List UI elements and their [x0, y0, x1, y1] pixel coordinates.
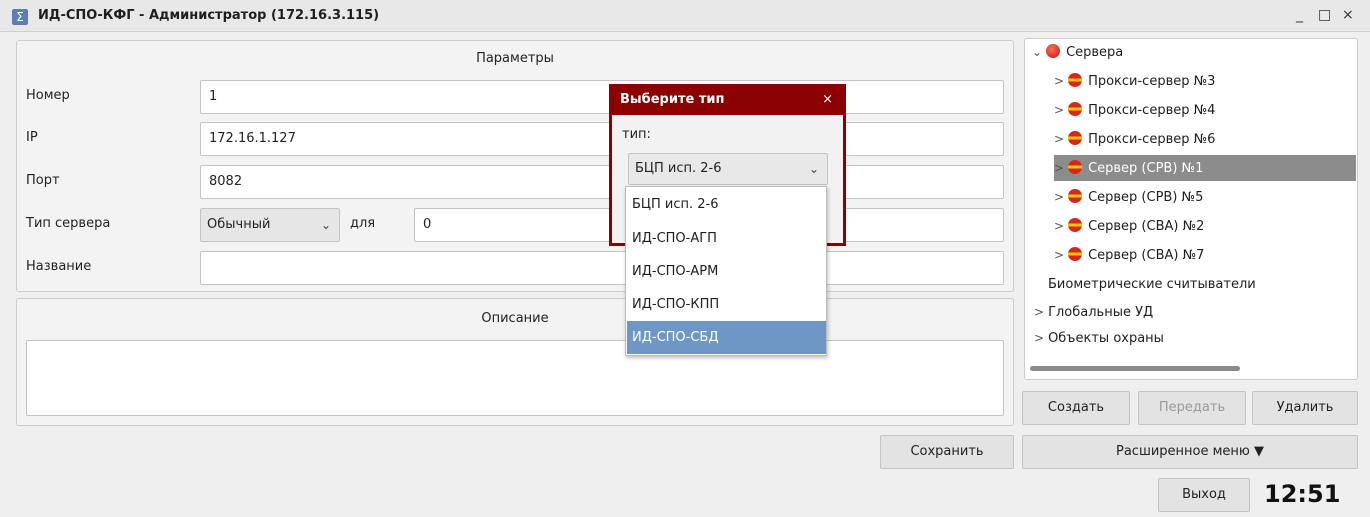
type-option[interactable]: ИД-СПО-АГП	[627, 222, 826, 255]
tree-item-server[interactable]: > Прокси-сервер №6	[1054, 126, 1215, 152]
window-title: ИД-СПО-КФГ - Администратор (172.16.3.115…	[38, 8, 380, 23]
ip-field[interactable]: 172.16.1.127	[200, 122, 1004, 156]
type-select-value: БЦП исп. 2-6	[635, 161, 722, 176]
type-options-list: БЦП исп. 2-6 ИД-СПО-АГП ИД-СПО-АРМ ИД-СП…	[625, 186, 827, 356]
server-type-value: Обычный	[207, 217, 271, 232]
chevron-down-icon: ⌄	[1032, 45, 1043, 59]
type-option[interactable]: ИД-СПО-АРМ	[627, 255, 826, 288]
chevron-right-icon: >	[1034, 305, 1045, 319]
chevron-down-icon: ⌄	[808, 162, 819, 176]
name-label: Название	[26, 259, 92, 274]
name-field[interactable]	[200, 251, 1004, 285]
server-status-icon	[1068, 247, 1083, 261]
dialog-title: Выберите тип	[620, 92, 725, 107]
tree-item-server-selected[interactable]: > Сервер (СРВ) №1	[1054, 155, 1356, 181]
save-button[interactable]: Сохранить	[880, 435, 1014, 469]
server-status-icon	[1068, 73, 1083, 87]
clock: 12:51	[1264, 480, 1341, 508]
tree-item-global-ud[interactable]: > Глобальные УД	[1034, 299, 1153, 325]
tree-item-server[interactable]: > Сервер (СВА) №7	[1054, 242, 1204, 268]
number-label: Номер	[26, 88, 70, 103]
transfer-button[interactable]: Передать	[1138, 391, 1246, 425]
create-button[interactable]: Создать	[1022, 391, 1130, 425]
title-bar: Σ ИД-СПО-КФГ - Администратор (172.16.3.1…	[0, 0, 1370, 32]
tree-item-server[interactable]: > Сервер (СРВ) №5	[1054, 184, 1203, 210]
chevron-right-icon: >	[1054, 103, 1065, 117]
number-field[interactable]: 1	[200, 80, 1004, 114]
chevron-right-icon: >	[1054, 132, 1065, 146]
extended-menu-button[interactable]: Расширенное меню ▼	[1022, 435, 1358, 469]
tree-item-objects[interactable]: > Объекты охраны	[1034, 325, 1164, 351]
description-caption: Описание	[481, 311, 549, 326]
type-label: тип:	[622, 127, 651, 142]
tree-item-servers[interactable]: ⌄ Сервера	[1032, 39, 1123, 65]
server-status-icon	[1068, 189, 1083, 203]
close-icon[interactable]: ×	[1342, 7, 1354, 23]
maximize-icon[interactable]: □	[1318, 7, 1331, 23]
tree-item-server[interactable]: > Прокси-сервер №4	[1054, 97, 1215, 123]
description-field[interactable]	[26, 340, 1004, 416]
chevron-down-icon: ⌄	[320, 218, 331, 232]
server-type-select[interactable]: Обычный ⌄	[200, 208, 340, 242]
chevron-right-icon: >	[1054, 74, 1065, 88]
dialog-header: Выберите тип ×	[612, 87, 843, 115]
type-option[interactable]: БЦП исп. 2-6	[627, 188, 826, 221]
tree-item-server[interactable]: > Сервер (СВА) №2	[1054, 213, 1204, 239]
for-label: для	[350, 216, 376, 231]
server-status-icon	[1068, 131, 1083, 145]
parameters-caption: Параметры	[476, 51, 554, 66]
chevron-right-icon: >	[1054, 248, 1065, 262]
tree-scrollbar[interactable]	[1030, 366, 1240, 371]
exit-button[interactable]: Выход	[1158, 478, 1250, 512]
tree-item-server[interactable]: > Прокси-сервер №3	[1054, 68, 1215, 94]
server-type-label: Тип сервера	[26, 216, 111, 231]
chevron-right-icon: >	[1054, 161, 1065, 175]
port-field[interactable]: 8082	[200, 165, 1004, 199]
type-option[interactable]: ИД-СПО-КПП	[627, 288, 826, 321]
tree-item-biometric[interactable]: Биометрические считыватели	[1048, 272, 1256, 298]
delete-button[interactable]: Удалить	[1252, 391, 1358, 425]
type-option-highlighted[interactable]: ИД-СПО-СБД	[627, 321, 826, 354]
server-status-icon	[1068, 102, 1083, 116]
app-logo-icon: Σ	[12, 9, 28, 25]
server-status-icon	[1068, 160, 1083, 174]
minimize-icon[interactable]: _	[1296, 7, 1303, 23]
type-select[interactable]: БЦП исп. 2-6 ⌄	[628, 153, 828, 185]
chevron-right-icon: >	[1054, 190, 1065, 204]
chevron-right-icon: >	[1034, 331, 1045, 345]
close-icon[interactable]: ×	[822, 87, 833, 113]
server-root-icon	[1046, 44, 1061, 58]
port-label: Порт	[26, 173, 60, 188]
ip-label: IP	[26, 130, 38, 145]
chevron-right-icon: >	[1054, 219, 1065, 233]
server-status-icon	[1068, 218, 1083, 232]
